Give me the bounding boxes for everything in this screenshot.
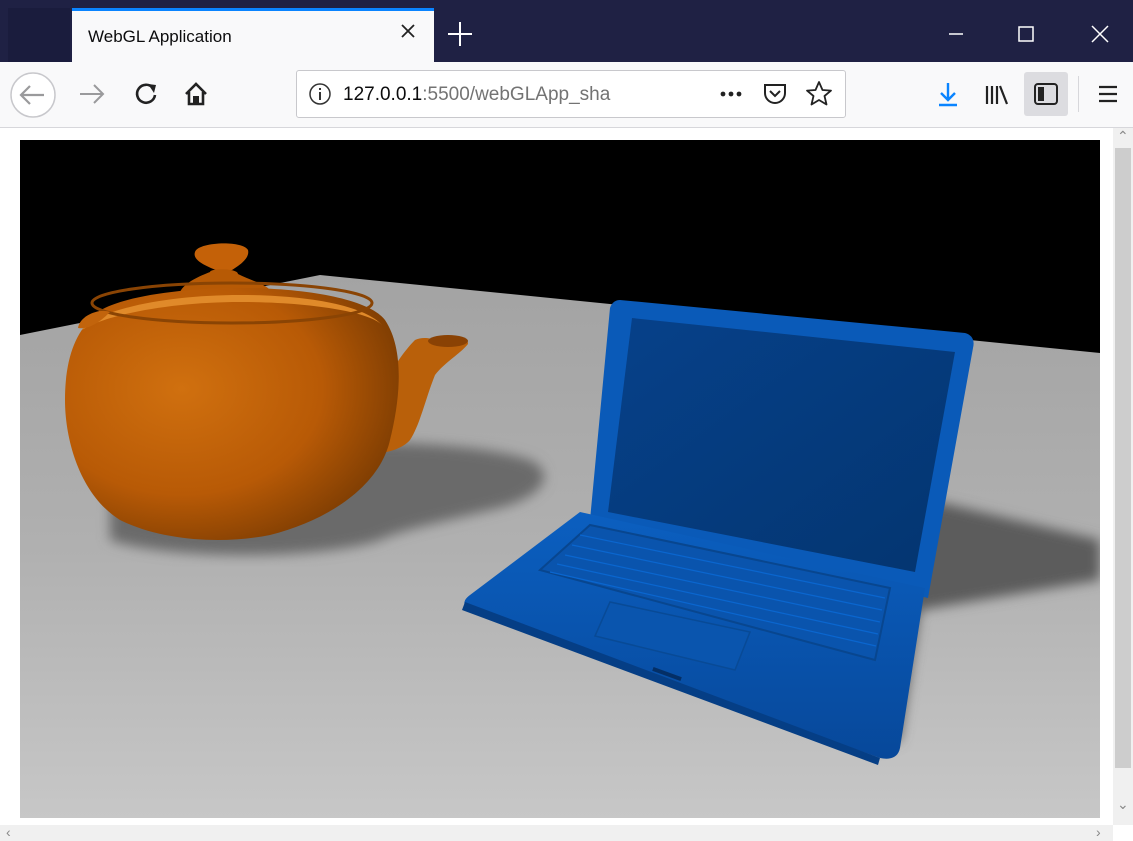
url-path: :5500/webGLApp_sha bbox=[422, 84, 611, 105]
bookmark-star-icon[interactable] bbox=[799, 79, 839, 109]
minimize-icon[interactable] bbox=[936, 14, 976, 54]
maximize-icon[interactable] bbox=[1006, 14, 1046, 54]
url-text[interactable]: 127.0.0.1:5500/webGLApp_sha bbox=[343, 84, 673, 106]
sidebar-icon[interactable] bbox=[1024, 72, 1068, 116]
url-host: 127.0.0.1 bbox=[343, 84, 423, 105]
vertical-scrollbar[interactable]: ⌃ ⌄ bbox=[1113, 128, 1133, 825]
forward-arrow-icon[interactable] bbox=[72, 74, 112, 114]
webgl-canvas[interactable] bbox=[20, 140, 1100, 818]
navigation-toolbar: 127.0.0.1:5500/webGLApp_sha bbox=[0, 62, 1133, 128]
library-icon[interactable] bbox=[976, 74, 1016, 114]
reload-icon[interactable] bbox=[126, 74, 166, 114]
scroll-left-chevron-icon[interactable]: ‹ bbox=[6, 824, 11, 840]
tab-bar: WebGL Application bbox=[0, 0, 1133, 62]
new-tab-plus-icon[interactable] bbox=[440, 14, 480, 54]
scroll-right-chevron-icon[interactable]: › bbox=[1096, 824, 1101, 840]
scroll-down-chevron-icon[interactable]: ⌄ bbox=[1117, 796, 1129, 813]
tab-strip-spacer bbox=[8, 8, 70, 62]
tab-title: WebGL Application bbox=[88, 27, 232, 46]
url-bar[interactable]: 127.0.0.1:5500/webGLApp_sha bbox=[296, 70, 846, 118]
tab-webgl-application[interactable]: WebGL Application bbox=[72, 8, 434, 62]
hamburger-menu-icon[interactable] bbox=[1088, 74, 1128, 114]
site-info-icon[interactable] bbox=[307, 81, 333, 107]
page-actions-ellipsis-icon[interactable] bbox=[711, 79, 751, 109]
home-icon[interactable] bbox=[176, 74, 216, 114]
vertical-scroll-thumb[interactable] bbox=[1115, 148, 1131, 768]
page-content: ⌃ ⌄ ‹ › bbox=[0, 128, 1133, 841]
pocket-icon[interactable] bbox=[755, 79, 795, 109]
close-icon[interactable] bbox=[398, 21, 418, 41]
toolbar-separator bbox=[1078, 76, 1079, 112]
horizontal-scrollbar[interactable]: ‹ › bbox=[0, 824, 1113, 841]
download-arrow-icon[interactable] bbox=[928, 74, 968, 114]
url-fade bbox=[627, 75, 677, 113]
webgl-scene bbox=[20, 243, 1100, 818]
back-arrow-icon[interactable] bbox=[8, 70, 58, 120]
window-close-icon[interactable] bbox=[1080, 14, 1120, 54]
scroll-up-chevron-icon[interactable]: ⌃ bbox=[1117, 128, 1129, 145]
